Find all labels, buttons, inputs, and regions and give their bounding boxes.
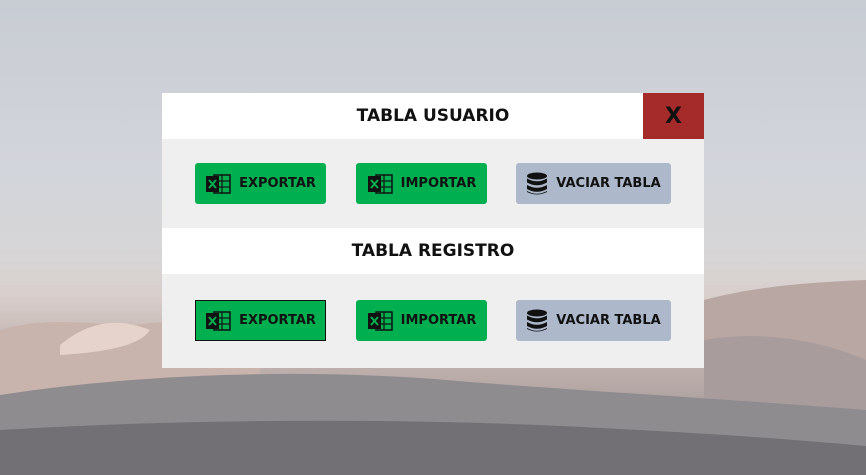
- excel-icon: [367, 310, 393, 332]
- excel-icon: [205, 173, 231, 195]
- desktop-background: TABLA USUARIO X EXPORTAR IMPORTAR VACIAR…: [0, 0, 866, 475]
- import-label: IMPORTAR: [400, 176, 477, 191]
- section-title-usuario: TABLA USUARIO: [162, 93, 704, 139]
- clear-usuario-button[interactable]: VACIAR TABLA: [516, 163, 671, 204]
- clear-registro-button[interactable]: VACIAR TABLA: [516, 300, 671, 341]
- database-icon: [526, 309, 548, 333]
- import-label: IMPORTAR: [400, 313, 477, 328]
- excel-icon: [367, 173, 393, 195]
- clear-label: VACIAR TABLA: [556, 176, 661, 191]
- excel-icon: [205, 310, 231, 332]
- database-icon: [526, 172, 548, 196]
- section-title-registro: TABLA REGISTRO: [162, 228, 704, 274]
- export-label: EXPORTAR: [239, 176, 316, 191]
- clear-label: VACIAR TABLA: [556, 313, 661, 328]
- export-label: EXPORTAR: [239, 313, 316, 328]
- export-usuario-button[interactable]: EXPORTAR: [195, 163, 326, 204]
- import-usuario-button[interactable]: IMPORTAR: [356, 163, 487, 204]
- import-registro-button[interactable]: IMPORTAR: [356, 300, 487, 341]
- export-registro-button[interactable]: EXPORTAR: [195, 300, 326, 341]
- data-management-dialog: TABLA USUARIO X EXPORTAR IMPORTAR VACIAR…: [162, 93, 704, 368]
- close-button[interactable]: X: [643, 93, 704, 139]
